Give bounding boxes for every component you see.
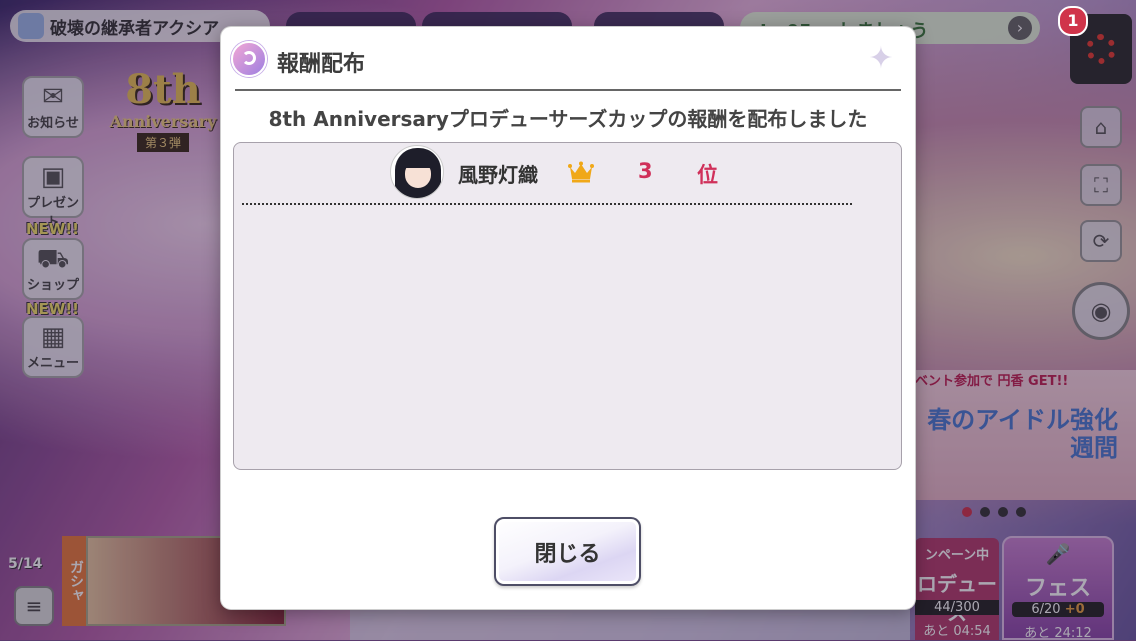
- dialog-title: 報酬配布: [277, 52, 366, 77]
- sparkle-icon: ✦: [868, 41, 894, 76]
- close-button[interactable]: 閉じる: [494, 517, 641, 586]
- header-divider: [235, 89, 901, 91]
- reward-icon: [231, 41, 267, 77]
- result-list[interactable]: 風野灯織 3 位: [233, 142, 902, 470]
- notification-badge: 1: [1058, 6, 1088, 36]
- idol-name: 風野灯織: [458, 163, 538, 187]
- dialog-message: 8th Anniversaryプロデューサーズカップの報酬を配布しました: [268, 107, 868, 131]
- reward-dialog: 報酬配布 ✦ 8th Anniversaryプロデューサーズカップの報酬を配布し…: [221, 27, 915, 609]
- rank-unit: 位: [697, 163, 718, 187]
- crown-icon: [568, 161, 594, 183]
- list-item: 風野灯織 3 位: [242, 143, 852, 205]
- idol-avatar: [390, 145, 444, 199]
- rank-number: 3: [638, 159, 653, 183]
